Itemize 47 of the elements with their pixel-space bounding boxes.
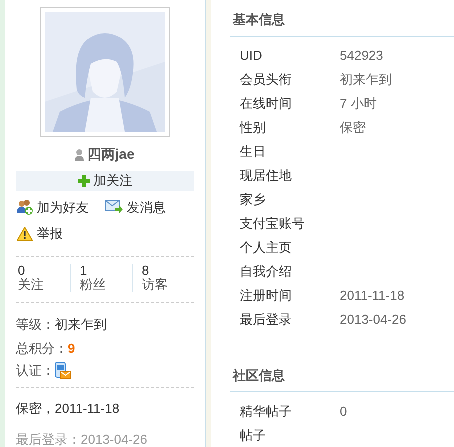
field-label: 在线时间 xyxy=(240,95,293,114)
stat-count[interactable]: 1 xyxy=(80,264,132,278)
field-label: 会员头衔 xyxy=(240,71,293,90)
level-value: 初来乍到 xyxy=(55,316,107,334)
field-label: 最后登录 xyxy=(240,311,293,330)
field-label: UID xyxy=(240,47,264,66)
verification-label: 认证： xyxy=(16,362,55,380)
stat-count[interactable]: 0 xyxy=(18,264,70,278)
field-label: 精华帖子 xyxy=(240,402,293,421)
user-icon xyxy=(75,148,84,160)
report-link[interactable]: 举报 xyxy=(17,224,63,244)
field-label: 支付宝账号 xyxy=(240,215,306,234)
field-label: 家乡 xyxy=(240,191,267,210)
section-title: 基本信息 xyxy=(232,11,286,29)
field-label: 帖子 xyxy=(240,426,267,445)
field-label: 现居住地 xyxy=(240,167,293,186)
field-value: 542923 xyxy=(340,47,384,66)
field-label: 个人主页 xyxy=(240,239,293,258)
registration-date: 保密，2011-11-18 xyxy=(16,400,121,418)
field-value: 2011-11-18 xyxy=(340,287,405,306)
points-value: 9 xyxy=(68,340,76,358)
people-icon xyxy=(17,199,33,216)
level-label: 等级： xyxy=(16,316,55,334)
stat-label[interactable]: 关注 xyxy=(18,278,70,292)
follow-button[interactable]: 加关注 xyxy=(16,171,194,190)
message-link[interactable]: 发消息 xyxy=(105,198,166,217)
warning-icon xyxy=(17,226,33,241)
field-label: 性别 xyxy=(240,119,267,138)
field-label: 自我介绍 xyxy=(240,263,293,282)
stat-label[interactable]: 粉丝 xyxy=(80,278,132,292)
add-friend-link[interactable]: 加为好友 xyxy=(17,198,89,217)
username[interactable]: 四两jae xyxy=(87,144,135,165)
stat-label[interactable]: 访客 xyxy=(142,278,194,292)
field-value: 初来乍到 xyxy=(340,71,392,90)
field-value: 保密 xyxy=(340,119,366,138)
field-label: 注册时间 xyxy=(240,287,293,306)
phone-mail-icon xyxy=(55,362,71,379)
last-login: 最后登录：2013-04-26 xyxy=(16,430,148,447)
field-label: 生日 xyxy=(240,143,267,162)
section-title: 社区信息 xyxy=(232,366,286,384)
stat-count[interactable]: 8 xyxy=(142,264,194,278)
envelope-icon xyxy=(105,200,123,214)
plus-icon xyxy=(78,174,90,187)
points-label: 总积分： xyxy=(16,340,68,358)
field-value: 0 xyxy=(340,402,348,421)
field-value: 7 小时 xyxy=(340,95,377,114)
field-value: 2013-04-26 xyxy=(340,311,406,330)
